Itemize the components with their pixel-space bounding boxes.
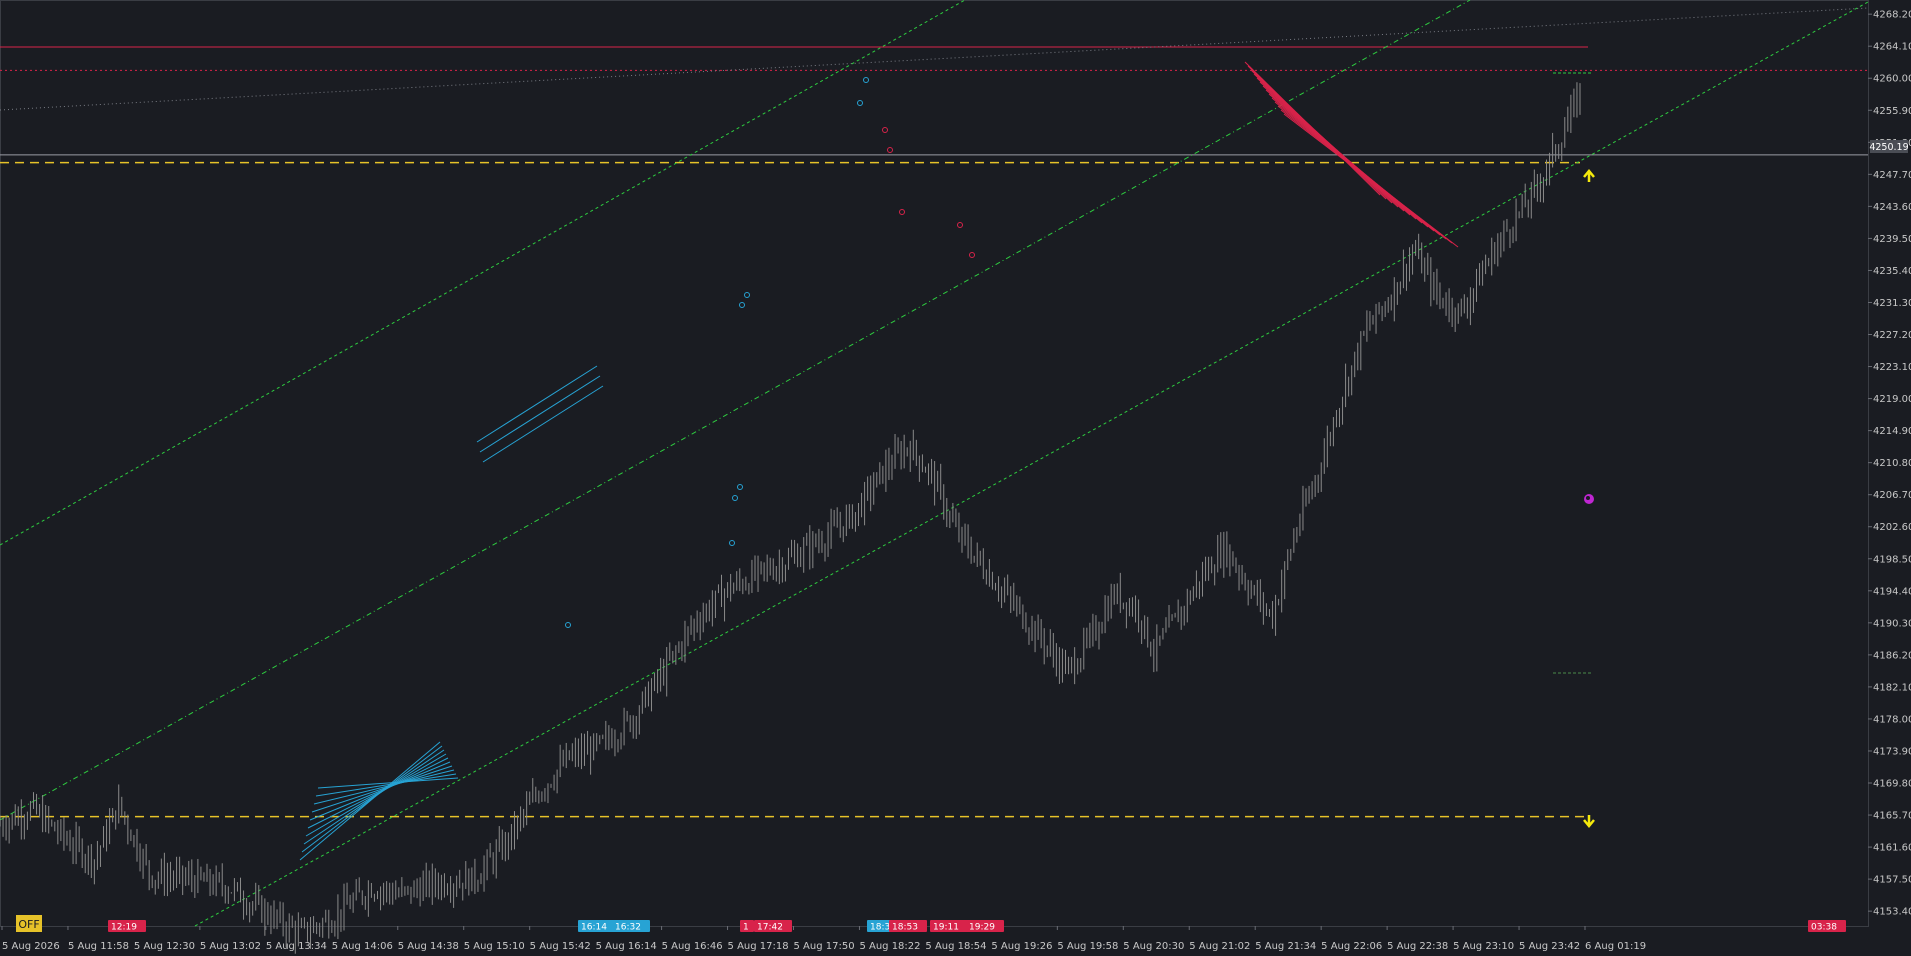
time-tick-label: 5 Aug 20:30 bbox=[1123, 941, 1184, 952]
time-tick-label: 5 Aug 12:30 bbox=[134, 941, 195, 952]
price-tick-label: 4153.40 bbox=[1873, 907, 1911, 918]
time-tick-label: 5 Aug 13:02 bbox=[200, 941, 261, 952]
price-tick-label: 4219.00 bbox=[1873, 394, 1911, 405]
time-tick-label: 6 Aug 01:19 bbox=[1585, 941, 1646, 952]
time-tag[interactable]: 19:11 bbox=[930, 920, 968, 933]
price-tick-label: 4214.90 bbox=[1873, 426, 1911, 437]
time-tick-label: 5 Aug 17:18 bbox=[728, 941, 789, 952]
time-tick-label: 5 Aug 13:34 bbox=[266, 941, 327, 952]
time-tag-label: 19:11 bbox=[933, 923, 959, 933]
price-tick-label: 4194.40 bbox=[1873, 586, 1911, 597]
time-tag[interactable]: 18:53 bbox=[889, 920, 927, 933]
time-tick-label: 5 Aug 21:02 bbox=[1189, 941, 1250, 952]
time-tag[interactable]: 19:29 bbox=[966, 920, 1004, 933]
time-tag-label: 12:19 bbox=[111, 923, 137, 933]
time-tag-label: 17:42 bbox=[757, 923, 783, 933]
price-tick-label: 4243.60 bbox=[1873, 202, 1911, 213]
price-chart[interactable]: 4268.204264.104260.004255.904251.804247.… bbox=[0, 0, 1911, 956]
time-tick-label: 5 Aug 23:42 bbox=[1519, 941, 1580, 952]
time-tag-label: 19:29 bbox=[969, 923, 995, 933]
time-tag[interactable]: 16:32 bbox=[612, 920, 650, 933]
signal-dot-icon bbox=[1584, 494, 1594, 504]
time-tick-label: 5 Aug 18:22 bbox=[859, 941, 920, 952]
price-tick-label: 4157.50 bbox=[1873, 875, 1911, 886]
price-tick-label: 4239.50 bbox=[1873, 234, 1911, 245]
price-tick-label: 4260.00 bbox=[1873, 74, 1911, 85]
price-tick-label: 4165.70 bbox=[1873, 811, 1911, 822]
price-tick-label: 4264.10 bbox=[1873, 42, 1911, 53]
price-tick-label: 4255.90 bbox=[1873, 106, 1911, 117]
time-tick-label: 5 Aug 16:14 bbox=[596, 941, 657, 952]
time-tag-label: 18:53 bbox=[892, 923, 918, 933]
time-tick-label: 5 Aug 23:10 bbox=[1453, 941, 1514, 952]
price-tick-label: 4202.60 bbox=[1873, 522, 1911, 533]
time-tick-label: 5 Aug 19:58 bbox=[1057, 941, 1118, 952]
price-tick-label: 4231.30 bbox=[1873, 298, 1911, 309]
time-tag[interactable]: 17:42 bbox=[754, 920, 792, 933]
price-tick-label: 4178.00 bbox=[1873, 714, 1911, 725]
price-tick-label: 4186.20 bbox=[1873, 650, 1911, 661]
price-tick-label: 4173.90 bbox=[1873, 746, 1911, 757]
current-price-value: 4250.19 bbox=[1869, 142, 1908, 153]
price-axis: 4268.204264.104260.004255.904251.804247.… bbox=[1868, 0, 1911, 926]
price-tick-label: 4161.60 bbox=[1873, 843, 1911, 854]
price-tick-label: 4190.30 bbox=[1873, 618, 1911, 629]
time-tick-label: 5 Aug 21:34 bbox=[1255, 941, 1316, 952]
time-tag-label: 16:14 bbox=[581, 923, 607, 933]
price-tick-label: 4210.80 bbox=[1873, 458, 1911, 469]
off-badge-label: OFF bbox=[18, 918, 39, 931]
time-tick-label: 5 Aug 22:06 bbox=[1321, 941, 1382, 952]
price-tick-label: 4182.10 bbox=[1873, 682, 1911, 693]
time-tag[interactable]: 03:38 bbox=[1808, 920, 1846, 933]
time-tag-label: 16:32 bbox=[615, 923, 641, 933]
time-tick-label: 5 Aug 15:10 bbox=[464, 941, 525, 952]
time-tick-label: 5 Aug 11:58 bbox=[68, 941, 129, 952]
time-tag-label: 03:38 bbox=[1811, 923, 1837, 933]
time-tick-label: 5 Aug 2026 bbox=[2, 941, 60, 952]
time-tick-label: 5 Aug 14:38 bbox=[398, 941, 459, 952]
price-tick-label: 4247.70 bbox=[1873, 170, 1911, 181]
price-tick-label: 4169.80 bbox=[1873, 779, 1911, 790]
price-tick-label: 4227.20 bbox=[1873, 330, 1911, 341]
time-tick-label: 5 Aug 16:46 bbox=[662, 941, 723, 952]
off-badge[interactable]: OFF bbox=[16, 915, 42, 932]
time-tag[interactable]: 12:19 bbox=[108, 920, 146, 933]
price-tick-label: 4268.20 bbox=[1873, 10, 1911, 21]
time-tag[interactable]: 1 bbox=[740, 920, 754, 933]
price-tick-label: 4198.50 bbox=[1873, 554, 1911, 565]
time-tick-label: 5 Aug 18:54 bbox=[925, 941, 986, 952]
time-tag-label: 1 bbox=[743, 923, 749, 933]
current-price-label: 4250.19 bbox=[1869, 140, 1909, 153]
price-tick-label: 4223.10 bbox=[1873, 362, 1911, 373]
time-tag-label: 18:3 bbox=[870, 923, 890, 933]
chart-background bbox=[0, 0, 1911, 956]
price-tick-label: 4235.40 bbox=[1873, 266, 1911, 277]
time-tick-label: 5 Aug 22:38 bbox=[1387, 941, 1448, 952]
time-tick-label: 5 Aug 14:06 bbox=[332, 941, 393, 952]
time-tick-label: 5 Aug 19:26 bbox=[991, 941, 1052, 952]
price-tick-label: 4206.70 bbox=[1873, 490, 1911, 501]
time-tick-label: 5 Aug 15:42 bbox=[530, 941, 591, 952]
time-tick-label: 5 Aug 17:50 bbox=[794, 941, 855, 952]
time-tag[interactable]: 16:14 bbox=[578, 920, 616, 933]
